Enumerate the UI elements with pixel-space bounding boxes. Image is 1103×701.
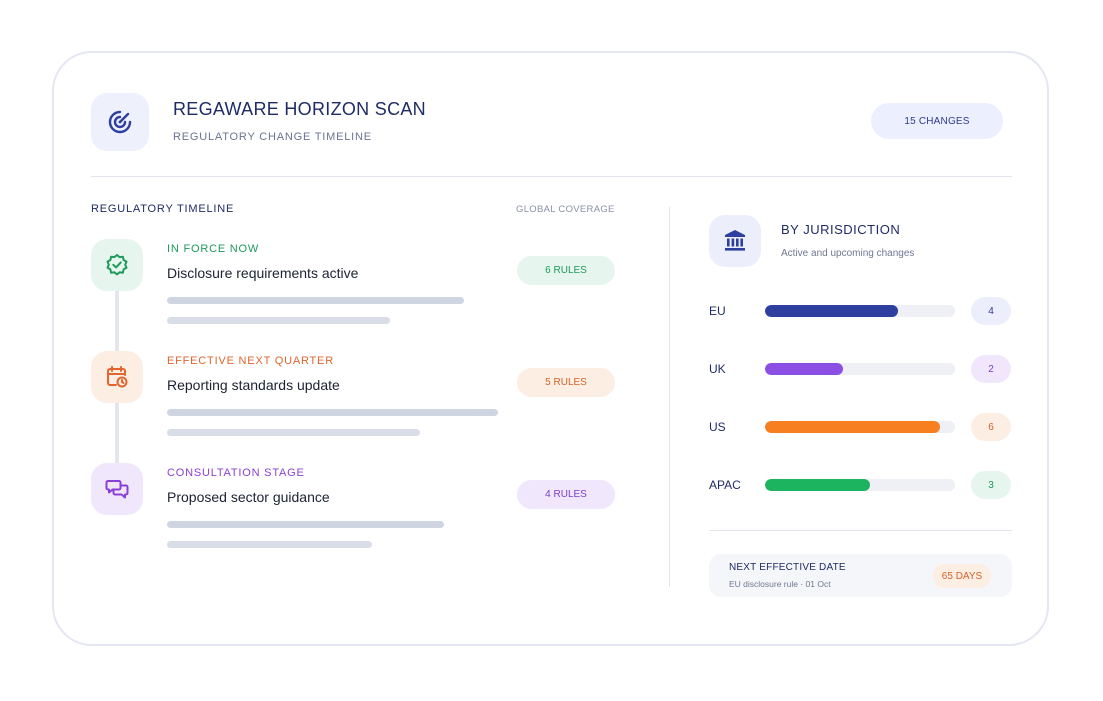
jurisdiction-label: APAC — [709, 478, 741, 492]
timeline-item-title: Reporting standards update — [167, 377, 340, 393]
bank-building-icon — [709, 215, 761, 267]
header-divider — [91, 176, 1012, 177]
jurisdiction-title: BY JURISDICTION — [781, 222, 901, 237]
timeline-stage-label: EFFECTIVE NEXT QUARTER — [167, 355, 334, 367]
timeline-item-title: Disclosure requirements active — [167, 265, 359, 281]
jurisdiction-divider — [709, 530, 1012, 531]
calendar-clock-icon — [91, 351, 143, 403]
days-remaining-badge: 65 DAYS — [933, 564, 991, 588]
next-effective-detail: EU disclosure rule · 01 Oct — [729, 579, 831, 589]
jurisdiction-count-badge[interactable]: 3 — [971, 471, 1011, 499]
chat-bubbles-icon — [91, 463, 143, 515]
jurisdiction-label: US — [709, 420, 726, 434]
timeline-stage-label: CONSULTATION STAGE — [167, 467, 305, 479]
badge-check-icon — [91, 239, 143, 291]
timeline-stage-label: IN FORCE NOW — [167, 243, 260, 255]
jurisdiction-progress-fill — [765, 363, 843, 375]
rules-count-badge[interactable]: 4 RULES — [517, 480, 615, 509]
page-title: REGAWARE HORIZON SCAN — [173, 99, 426, 119]
timeline-item-title: Proposed sector guidance — [167, 489, 330, 505]
jurisdiction-label: EU — [709, 304, 726, 318]
jurisdiction-progress-fill — [765, 479, 870, 491]
timeline-connector — [115, 403, 119, 463]
page-subtitle: REGULATORY CHANGE TIMELINE — [173, 131, 372, 143]
rules-count-badge[interactable]: 5 RULES — [517, 368, 615, 397]
jurisdiction-subtitle: Active and upcoming changes — [781, 248, 915, 259]
jurisdiction-progress-fill — [765, 305, 898, 317]
global-coverage-label: GLOBAL COVERAGE — [516, 204, 615, 215]
jurisdiction-progress-track — [765, 363, 955, 375]
jurisdiction-count-badge[interactable]: 2 — [971, 355, 1011, 383]
next-effective-title: NEXT EFFECTIVE DATE — [729, 562, 846, 573]
jurisdiction-count-badge[interactable]: 4 — [971, 297, 1011, 325]
changes-count-badge[interactable]: 15 CHANGES — [871, 103, 1003, 139]
text-placeholder-line — [167, 521, 444, 528]
timeline-section-label: REGULATORY TIMELINE — [91, 203, 235, 215]
jurisdiction-progress-track — [765, 305, 955, 317]
jurisdiction-count-badge[interactable]: 6 — [971, 413, 1011, 441]
text-placeholder-line — [167, 317, 390, 324]
jurisdiction-progress-track — [765, 479, 955, 491]
text-placeholder-line — [167, 541, 372, 548]
text-placeholder-line — [167, 409, 498, 416]
radar-target-icon — [91, 93, 149, 151]
rules-count-badge[interactable]: 6 RULES — [517, 256, 615, 285]
jurisdiction-progress-track — [765, 421, 955, 433]
text-placeholder-line — [167, 429, 420, 436]
column-divider — [669, 207, 670, 587]
timeline-connector — [115, 291, 119, 351]
jurisdiction-label: UK — [709, 362, 726, 376]
text-placeholder-line — [167, 297, 464, 304]
jurisdiction-progress-fill — [765, 421, 940, 433]
